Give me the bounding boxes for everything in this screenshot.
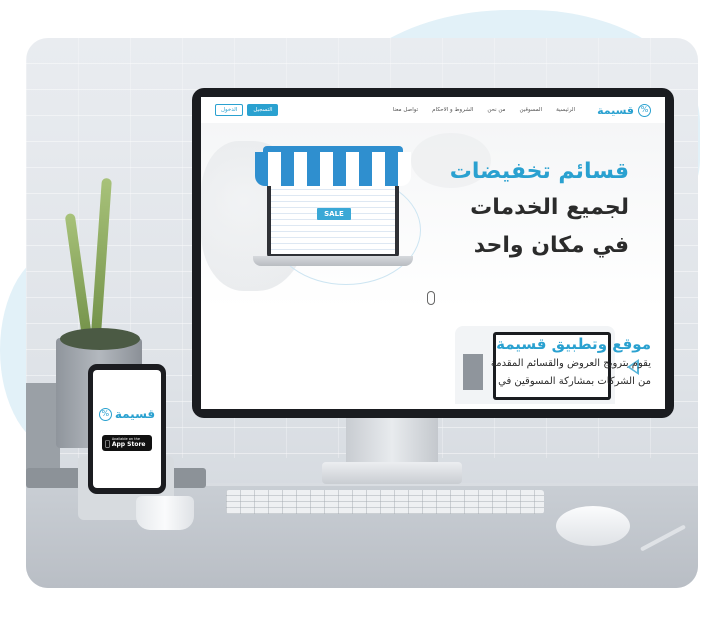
percent-icon: % xyxy=(98,407,112,421)
hero-line-3: في مكان واحد xyxy=(473,233,629,258)
app-store-text: App Store xyxy=(107,440,146,448)
monitor: % قسيمة الرئيسية المسوقين من نحن الشروط … xyxy=(192,88,674,418)
hero-line-1: قسائم تخفيضات xyxy=(449,159,629,184)
small-pot xyxy=(26,383,60,473)
nav-links: الرئيسية المسوقين من نحن الشروط و الاحكا… xyxy=(393,107,575,113)
store-awning xyxy=(255,152,411,186)
brand-name: قسيمة xyxy=(597,103,634,117)
phone: قسيمة %  Available on the App Store xyxy=(88,364,166,494)
nav-item-about[interactable]: من نحن xyxy=(487,107,505,113)
apple-icon:  xyxy=(105,439,110,448)
register-button[interactable]: التسجيل xyxy=(247,104,279,116)
website-screen: % قسيمة الرئيسية المسوقين من نحن الشروط … xyxy=(201,97,665,409)
about-title: موقع وتطبيق قسيمة xyxy=(496,335,651,353)
nav-item-home[interactable]: الرئيسية xyxy=(556,107,575,113)
hero-line-2: لجميع الخدمات xyxy=(470,195,629,220)
auth-buttons: الدخول التسجيل xyxy=(215,104,279,116)
store-laptop-illustration: SALE xyxy=(253,146,413,277)
site-navbar: % قسيمة الرئيسية المسوقين من نحن الشروط … xyxy=(201,97,665,123)
percent-icon: % xyxy=(638,103,651,117)
app-store-button[interactable]:  Available on the App Store xyxy=(102,435,152,451)
sale-sign: SALE xyxy=(317,208,351,220)
photo-scene: قسيمة %  Available on the App Store % xyxy=(26,38,698,588)
hero-headline: قسائم تخفيضات لجميع الخدمات في مكان واحد xyxy=(439,155,629,265)
phone-screen: قسيمة %  Available on the App Store xyxy=(93,370,161,488)
desk-cylinder xyxy=(136,496,194,530)
about-section: موقع وتطبيق قسيمة يقوم بترويج العروض وال… xyxy=(461,333,651,391)
laptop-screen: SALE xyxy=(267,174,399,258)
laptop-base xyxy=(253,256,413,266)
mouse xyxy=(556,506,630,546)
scroll-down-icon[interactable] xyxy=(427,291,435,305)
monitor-base xyxy=(322,462,462,484)
site-logo[interactable]: % قسيمة xyxy=(597,103,651,117)
about-text-line-1: يقوم بترويج العروض والقسائم المقدمة xyxy=(490,358,651,369)
nav-item-terms[interactable]: الشروط و الاحكام xyxy=(432,107,473,113)
plant-moss xyxy=(60,328,140,350)
keyboard xyxy=(226,490,544,514)
nav-item-marketers[interactable]: المسوقين xyxy=(520,107,543,113)
nav-item-contact[interactable]: تواصل معنا xyxy=(393,107,418,113)
phone-brand-name: قسيمة xyxy=(114,407,156,421)
login-button[interactable]: الدخول xyxy=(215,104,244,116)
about-text-line-2: من الشركات بمشاركة المسوقين في xyxy=(498,376,651,387)
phone-logo: قسيمة % xyxy=(98,407,156,421)
